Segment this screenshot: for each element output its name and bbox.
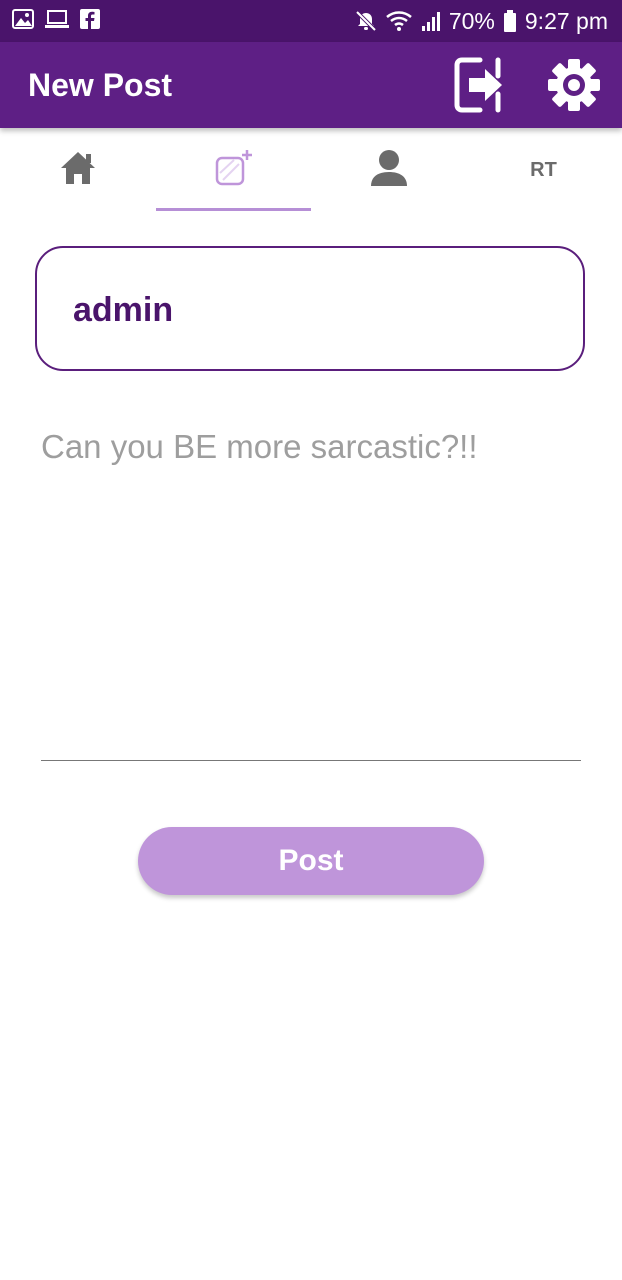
wifi-icon: [385, 10, 413, 32]
post-button[interactable]: Post: [138, 827, 484, 895]
mute-icon: [355, 10, 377, 32]
logout-button[interactable]: [450, 54, 510, 116]
tab-rt[interactable]: RT: [466, 128, 621, 212]
home-icon: [59, 150, 97, 191]
username: admin: [73, 291, 174, 329]
status-notifications: [12, 9, 100, 29]
page-title: New Post: [28, 67, 173, 103]
battery-percent: 70%: [448, 7, 495, 34]
tab-rt-label: RT: [530, 158, 557, 181]
app-bar: New Post: [0, 42, 622, 128]
username-card: admin: [35, 246, 585, 371]
laptop-icon: [44, 9, 70, 29]
logout-icon: [450, 57, 510, 120]
signal-icon: [421, 11, 441, 31]
status-system: 70% 9:27 pm: [355, 0, 608, 42]
add-post-icon: [214, 148, 254, 193]
gear-icon: [544, 59, 604, 120]
settings-button[interactable]: [544, 54, 604, 116]
facebook-icon: [80, 9, 100, 29]
post-text-input[interactable]: [41, 420, 581, 761]
status-bar: 70% 9:27 pm: [0, 0, 622, 42]
gallery-icon: [12, 9, 34, 29]
tab-new-post[interactable]: [156, 128, 311, 212]
battery-icon: [503, 10, 517, 32]
person-icon: [369, 148, 409, 193]
tab-bar: RT: [0, 128, 622, 212]
tab-home[interactable]: [0, 128, 155, 212]
clock: 9:27 pm: [524, 7, 608, 34]
tab-indicator: [156, 208, 311, 211]
tab-profile[interactable]: [311, 128, 466, 212]
